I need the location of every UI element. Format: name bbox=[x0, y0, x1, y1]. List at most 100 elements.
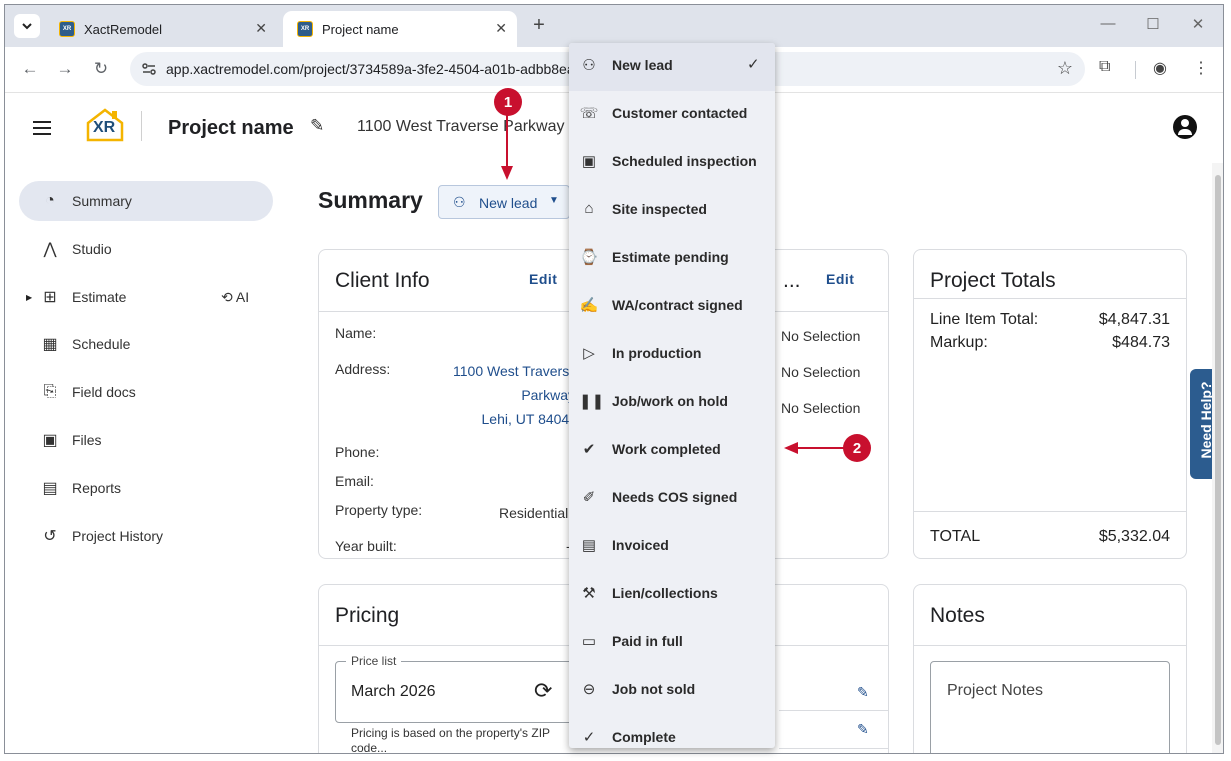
card-title: Client Info bbox=[335, 269, 430, 292]
address-line-2[interactable]: Parkway bbox=[447, 387, 575, 403]
status-option-work-completed[interactable]: ✔ Work completed bbox=[569, 427, 775, 475]
card-divider bbox=[914, 511, 1186, 512]
status-label: New lead bbox=[479, 195, 538, 211]
xr-favicon-icon: XR bbox=[59, 21, 75, 37]
status-option-estimate-pending[interactable]: ⌚ Estimate pending bbox=[569, 235, 775, 283]
status-option-label: Scheduled inspection bbox=[612, 153, 757, 169]
status-option-needs-cos-signed[interactable]: ✐ Needs COS signed bbox=[569, 475, 775, 523]
house-icon: ⌂ bbox=[584, 200, 594, 217]
status-menu: ⚇ New lead ✓ ☏ Customer contacted ▣ Sche… bbox=[569, 43, 775, 748]
project-address: 1100 West Traverse Parkway , I bbox=[357, 118, 583, 135]
status-option-label: New lead bbox=[612, 57, 673, 73]
sidebar-item-studio[interactable]: ⋀ Studio bbox=[19, 229, 273, 269]
images-icon: ▣ bbox=[42, 432, 58, 449]
status-option-job-not-sold[interactable]: ⊖ Job not sold bbox=[569, 667, 775, 715]
address-line-1[interactable]: 1100 West Traverse bbox=[447, 363, 575, 379]
xr-favicon-icon: XR bbox=[297, 21, 313, 37]
edit-pencil-icon[interactable]: ✎ bbox=[310, 116, 324, 136]
calendar-icon: ▣ bbox=[581, 153, 597, 170]
page-scrollbar[interactable] bbox=[1212, 163, 1223, 753]
close-icon[interactable]: ✕ bbox=[495, 20, 507, 37]
bookmark-star-icon[interactable]: ☆ bbox=[1057, 58, 1073, 79]
field-value: No Selection bbox=[781, 328, 861, 344]
sidebar-item-project-history[interactable]: ↺ Project History bbox=[19, 516, 273, 556]
status-option-site-inspected[interactable]: ⌂ Site inspected bbox=[569, 187, 775, 235]
annotation-callout-2: 2 bbox=[843, 434, 871, 462]
minimize-icon[interactable]: — bbox=[1098, 15, 1118, 32]
client-info-edit-button[interactable]: Edit bbox=[529, 271, 557, 287]
signature-icon: ✍ bbox=[579, 297, 599, 314]
pause-icon: ❚❚ bbox=[579, 393, 605, 410]
edit-pencil-icon[interactable]: ✎ bbox=[857, 721, 869, 738]
edit-pencil-icon[interactable]: ✎ bbox=[857, 684, 869, 701]
card-divider bbox=[914, 645, 1186, 646]
browser-tab-xactremodel[interactable]: XR XactRemodel ✕ bbox=[45, 11, 277, 47]
person-icon: ⚇ bbox=[453, 194, 466, 210]
close-icon[interactable]: ✕ bbox=[255, 20, 267, 37]
status-dropdown-button[interactable]: ⚇ New lead ▼ bbox=[438, 185, 570, 219]
tab-search-button[interactable] bbox=[14, 14, 40, 38]
status-option-lien-collections[interactable]: ⚒ Lien/collections bbox=[569, 571, 775, 619]
ai-button[interactable]: ⟲ AI bbox=[221, 289, 249, 306]
new-tab-button[interactable]: + bbox=[527, 14, 551, 37]
project-totals-card: Project Totals Line Item Total: $4,847.3… bbox=[913, 249, 1187, 559]
sidebar-item-reports[interactable]: ▤ Reports bbox=[19, 468, 273, 508]
document-icon: ▤ bbox=[42, 480, 58, 497]
reload-icon[interactable]: ↻ bbox=[90, 59, 112, 79]
project-notes-field[interactable]: Project Notes bbox=[930, 661, 1170, 753]
address-line-3[interactable]: Lehi, UT 84043 bbox=[447, 411, 575, 427]
browser-tab-project[interactable]: XR Project name ✕ bbox=[283, 11, 517, 47]
sidebar-item-files[interactable]: ▣ Files bbox=[19, 420, 273, 460]
toolbar-divider bbox=[1135, 61, 1136, 79]
property-details-edit-button[interactable]: Edit bbox=[826, 271, 854, 287]
caret-right-icon[interactable]: ▶ bbox=[26, 293, 32, 302]
person-icon: ⚇ bbox=[582, 57, 596, 74]
field-value: No Selection bbox=[781, 364, 861, 380]
status-option-job-on-hold[interactable]: ❚❚ Job/work on hold bbox=[569, 379, 775, 427]
compass-icon: ⋀ bbox=[43, 241, 57, 258]
status-option-in-production[interactable]: ▷ In production bbox=[569, 331, 775, 379]
sidebar-item-summary[interactable]: ◔ Summary bbox=[19, 181, 273, 221]
status-option-wa-contract-signed[interactable]: ✍ WA/contract signed bbox=[569, 283, 775, 331]
url-text: app.xactremodel.com/project/3734589a-3fe… bbox=[166, 61, 575, 77]
caret-down-icon: ▼ bbox=[549, 195, 559, 206]
year-built-label: Year built: bbox=[335, 538, 397, 554]
profile-icon[interactable]: ◉ bbox=[1153, 58, 1167, 78]
window-close-icon[interactable]: ✕ bbox=[1188, 15, 1208, 33]
calculator-icon: ⊞ bbox=[43, 289, 57, 306]
status-option-paid-in-full[interactable]: ▭ Paid in full bbox=[569, 619, 775, 667]
sidebar-item-schedule[interactable]: ▦ Schedule bbox=[19, 324, 273, 364]
phone-icon: ☏ bbox=[579, 105, 599, 122]
site-settings-icon[interactable] bbox=[141, 61, 157, 77]
hamburger-menu-icon[interactable] bbox=[33, 121, 51, 139]
sidebar-item-estimate[interactable]: ▶ ⊞ Estimate ⟲ AI bbox=[19, 277, 273, 317]
price-list-legend: Price list bbox=[346, 654, 402, 668]
status-option-customer-contacted[interactable]: ☏ Customer contacted bbox=[569, 91, 775, 139]
status-option-complete[interactable]: ✓ Complete bbox=[569, 715, 775, 748]
sidebar-item-label: Studio bbox=[72, 241, 112, 257]
price-list-value: March 2026 bbox=[351, 683, 436, 700]
scroll-thumb[interactable] bbox=[1215, 175, 1221, 745]
card-divider bbox=[914, 298, 1186, 299]
total-label: TOTAL bbox=[930, 528, 981, 545]
maximize-icon[interactable]: ☐ bbox=[1143, 15, 1163, 33]
price-list-field[interactable]: Price list March 2026 ⟳ bbox=[335, 654, 595, 723]
sidebar-item-field-docs[interactable]: ⎘ Field docs bbox=[19, 372, 273, 412]
extensions-icon[interactable]: ⧉ bbox=[1099, 58, 1110, 76]
client-info-card: Client Info Edit Name: Address: 1100 Wes… bbox=[318, 249, 576, 559]
more-menu-icon[interactable]: ⋮ bbox=[1193, 58, 1209, 78]
sidebar-item-label: Field docs bbox=[72, 384, 136, 400]
refresh-icon[interactable]: ⟳ bbox=[534, 678, 552, 704]
status-option-scheduled-inspection[interactable]: ▣ Scheduled inspection bbox=[569, 139, 775, 187]
back-arrow-icon[interactable]: ← bbox=[19, 59, 41, 79]
status-option-invoiced[interactable]: ▤ Invoiced bbox=[569, 523, 775, 571]
tab-title: XactRemodel bbox=[84, 21, 163, 37]
property-type-value: Residential bbox=[499, 505, 569, 521]
card-divider bbox=[765, 311, 888, 312]
status-option-label: Work completed bbox=[612, 441, 721, 457]
status-option-new-lead[interactable]: ⚇ New lead ✓ bbox=[569, 43, 775, 91]
account-icon[interactable] bbox=[1173, 115, 1197, 139]
markup-row: Markup: $484.73 bbox=[930, 334, 1170, 352]
address-label: Address: bbox=[335, 361, 391, 377]
forward-arrow-icon[interactable]: → bbox=[54, 59, 76, 79]
